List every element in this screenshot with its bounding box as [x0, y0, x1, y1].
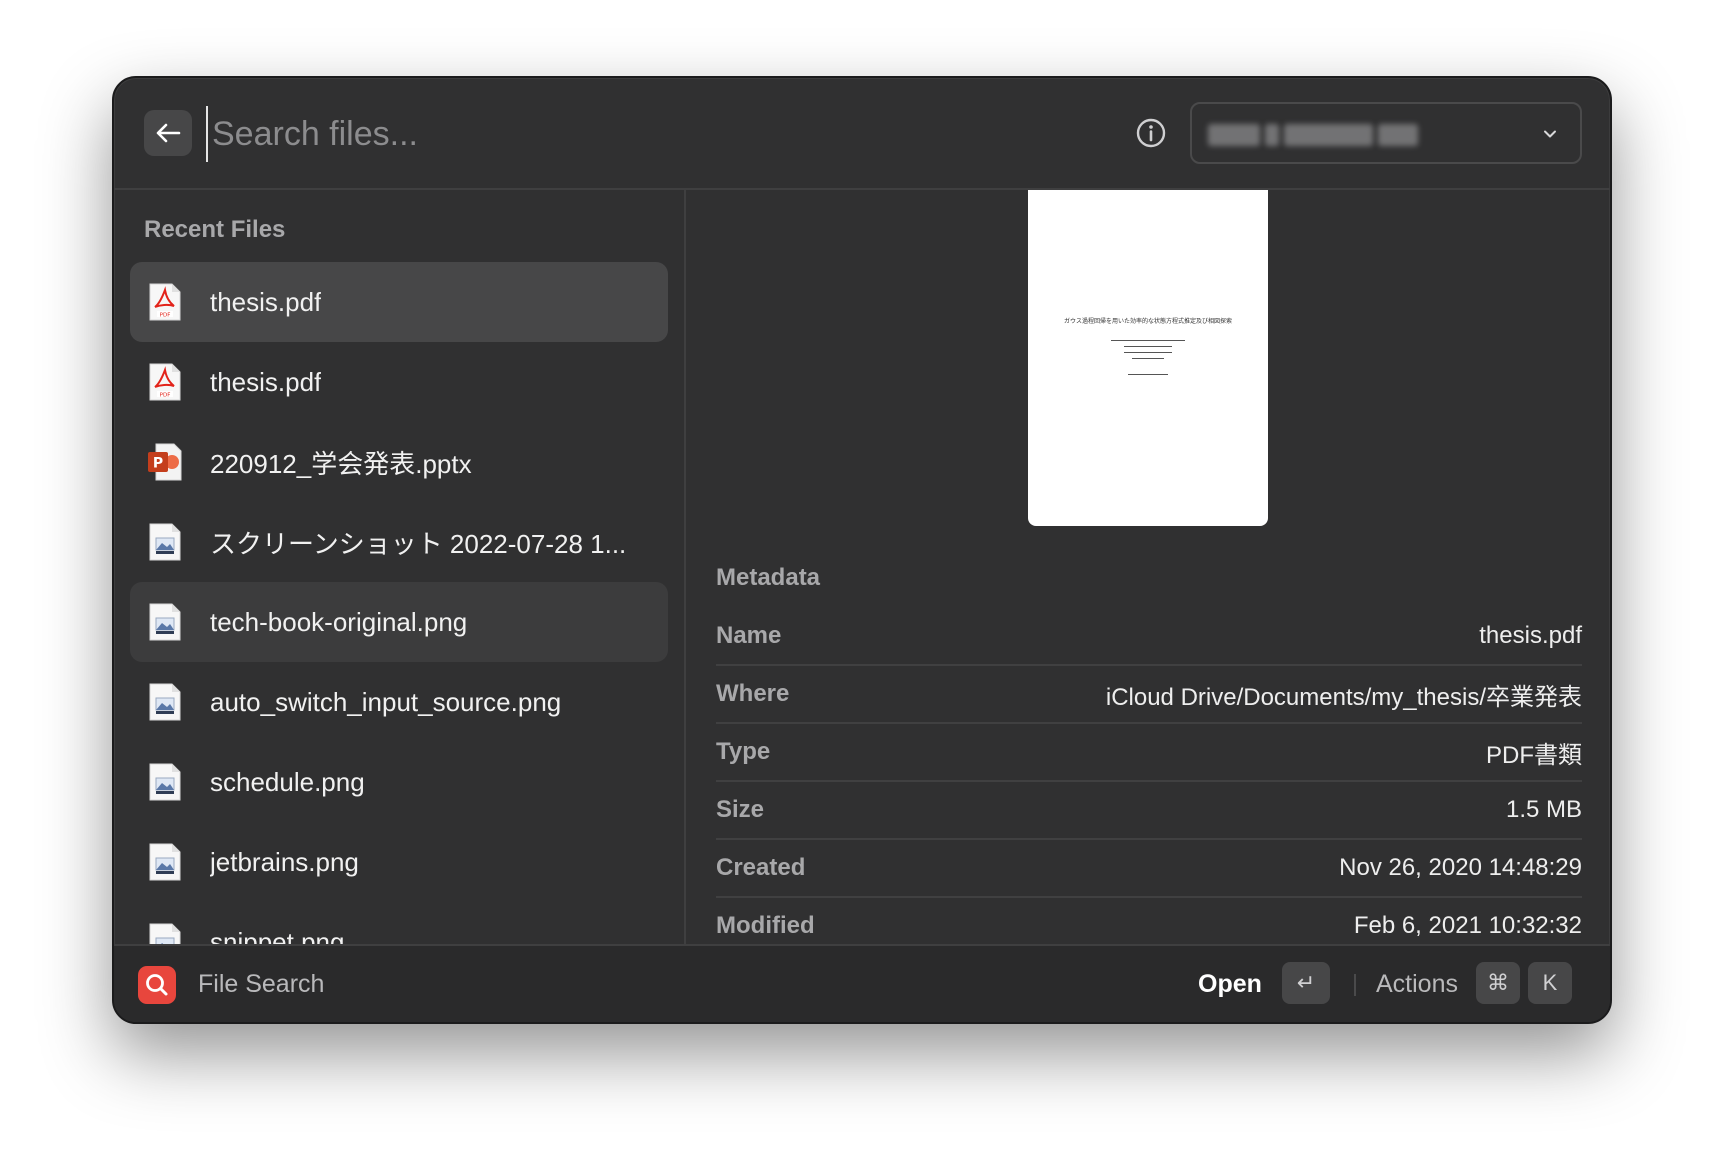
metadata-key: Created — [716, 854, 806, 881]
return-key-badge: ↵ — [1282, 962, 1330, 1004]
section-title: Recent Files — [144, 216, 286, 243]
svg-text:P: P — [153, 456, 163, 472]
metadata-key: Where — [716, 680, 790, 707]
redacted-account-name — [1208, 124, 1418, 146]
magnifier-icon — [146, 974, 168, 996]
file-name: jetbrains.png — [210, 846, 359, 877]
file-name: 220912_学会発表.pptx — [210, 448, 472, 479]
recent-files-panel: Recent Files PDF thesis.pdf PDF thesis.pdf P… — [114, 190, 686, 948]
image-file-icon — [148, 522, 182, 562]
metadata-row: Where iCloud Drive/Documents/my_thesis/卒業… — [716, 666, 1582, 724]
file-name: schedule.png — [210, 766, 365, 797]
image-file-icon — [148, 602, 182, 642]
metadata-value: iCloud Drive/Documents/my_thesis/卒業発表 — [1105, 683, 1582, 711]
document-preview[interactable]: ガウス過程回帰を用いた効率的な状態方程式推定及び相図探索 — [1028, 190, 1268, 526]
file-search-app-icon — [138, 966, 176, 1004]
metadata-key: Type — [716, 738, 771, 765]
file-list-item[interactable]: tech-book-original.png — [130, 582, 668, 662]
metadata-title: Metadata — [716, 564, 821, 591]
metadata-value: 1.5 MB — [1505, 796, 1582, 823]
metadata-row: Modified Feb 6, 2021 10:32:32 — [716, 898, 1582, 948]
metadata-row: Size 1.5 MB — [716, 782, 1582, 840]
actions-menu-button[interactable]: Actions — [1376, 970, 1458, 999]
metadata-value: thesis.pdf — [1479, 622, 1582, 649]
image-file-icon — [148, 842, 182, 882]
file-list-item[interactable]: PDF thesis.pdf — [130, 262, 668, 342]
back-button[interactable] — [144, 110, 192, 156]
file-list-item[interactable]: スクリーンショット 2022-07-28 1... — [130, 502, 668, 582]
file-list: PDF thesis.pdf PDF thesis.pdf P 220912_学会発表.p… — [130, 262, 668, 948]
file-list-item[interactable]: auto_switch_input_source.png — [130, 662, 668, 742]
image-file-icon — [148, 682, 182, 722]
k-key-badge: K — [1528, 962, 1572, 1004]
file-name: tech-book-original.png — [210, 606, 468, 637]
metadata-value: PDF書類 — [1486, 741, 1582, 769]
svg-text:PDF: PDF — [160, 313, 171, 319]
file-list-item[interactable]: snippet.png — [130, 902, 668, 948]
file-search-window: Recent Files PDFthesis.pdfPDFthesis.pdfP… — [112, 76, 1612, 1024]
file-name: スクリーンショット 2022-07-28 1... — [210, 528, 627, 559]
file-name: thesis.pdf — [210, 366, 322, 397]
metadata-key: Modified — [716, 912, 815, 939]
file-list-item[interactable]: PDF thesis.pdf — [130, 342, 668, 422]
open-action[interactable]: Open — [1198, 970, 1262, 999]
metadata-value: Nov 26, 2020 14:48:29 — [1339, 854, 1582, 881]
file-list-item[interactable]: schedule.png — [130, 742, 668, 822]
info-button[interactable] — [1134, 116, 1168, 150]
search-input[interactable] — [206, 106, 1032, 162]
metadata-value: Feb 6, 2021 10:32:32 — [1353, 912, 1582, 939]
image-file-icon — [148, 762, 182, 802]
cmd-key-badge: ⌘ — [1476, 962, 1520, 1004]
footer-divider — [1354, 974, 1356, 996]
metadata-row: Name thesis.pdf — [716, 608, 1582, 666]
arrow-left-icon — [156, 123, 181, 143]
pdf-file-icon: PDF — [148, 282, 182, 322]
metadata-key: Size — [716, 796, 765, 823]
metadata-table: Name thesis.pdf Where iCloud Drive/Document… — [716, 608, 1582, 948]
account-dropdown[interactable] — [1190, 102, 1582, 164]
pptx-file-icon: P — [148, 442, 182, 482]
metadata-key: Name — [716, 622, 782, 649]
search-bar — [114, 78, 1610, 190]
pdf-file-icon: PDF — [148, 362, 182, 402]
metadata-row: Created Nov 26, 2020 14:48:29 — [716, 840, 1582, 898]
file-name: thesis.pdf — [210, 286, 322, 317]
info-icon — [1136, 118, 1166, 148]
file-list-item[interactable]: jetbrains.png — [130, 822, 668, 902]
action-bar: File Search Open ↵ Actions ⌘ K — [114, 944, 1610, 1022]
chevron-down-icon — [1544, 130, 1556, 138]
svg-text:PDF: PDF — [160, 393, 171, 399]
preview-title-text: ガウス過程回帰を用いた効率的な状態方程式推定及び相図探索 — [1063, 318, 1232, 325]
file-list-item[interactable]: P 220912_学会発表.pptx — [130, 422, 668, 502]
metadata-row: Type PDF書類 — [716, 724, 1582, 782]
file-name: auto_switch_input_source.png — [210, 686, 562, 717]
command-name: File Search — [198, 970, 325, 998]
preview-panel: ガウス過程回帰を用いた効率的な状態方程式推定及び相図探索 Metadata Na… — [686, 190, 1610, 948]
